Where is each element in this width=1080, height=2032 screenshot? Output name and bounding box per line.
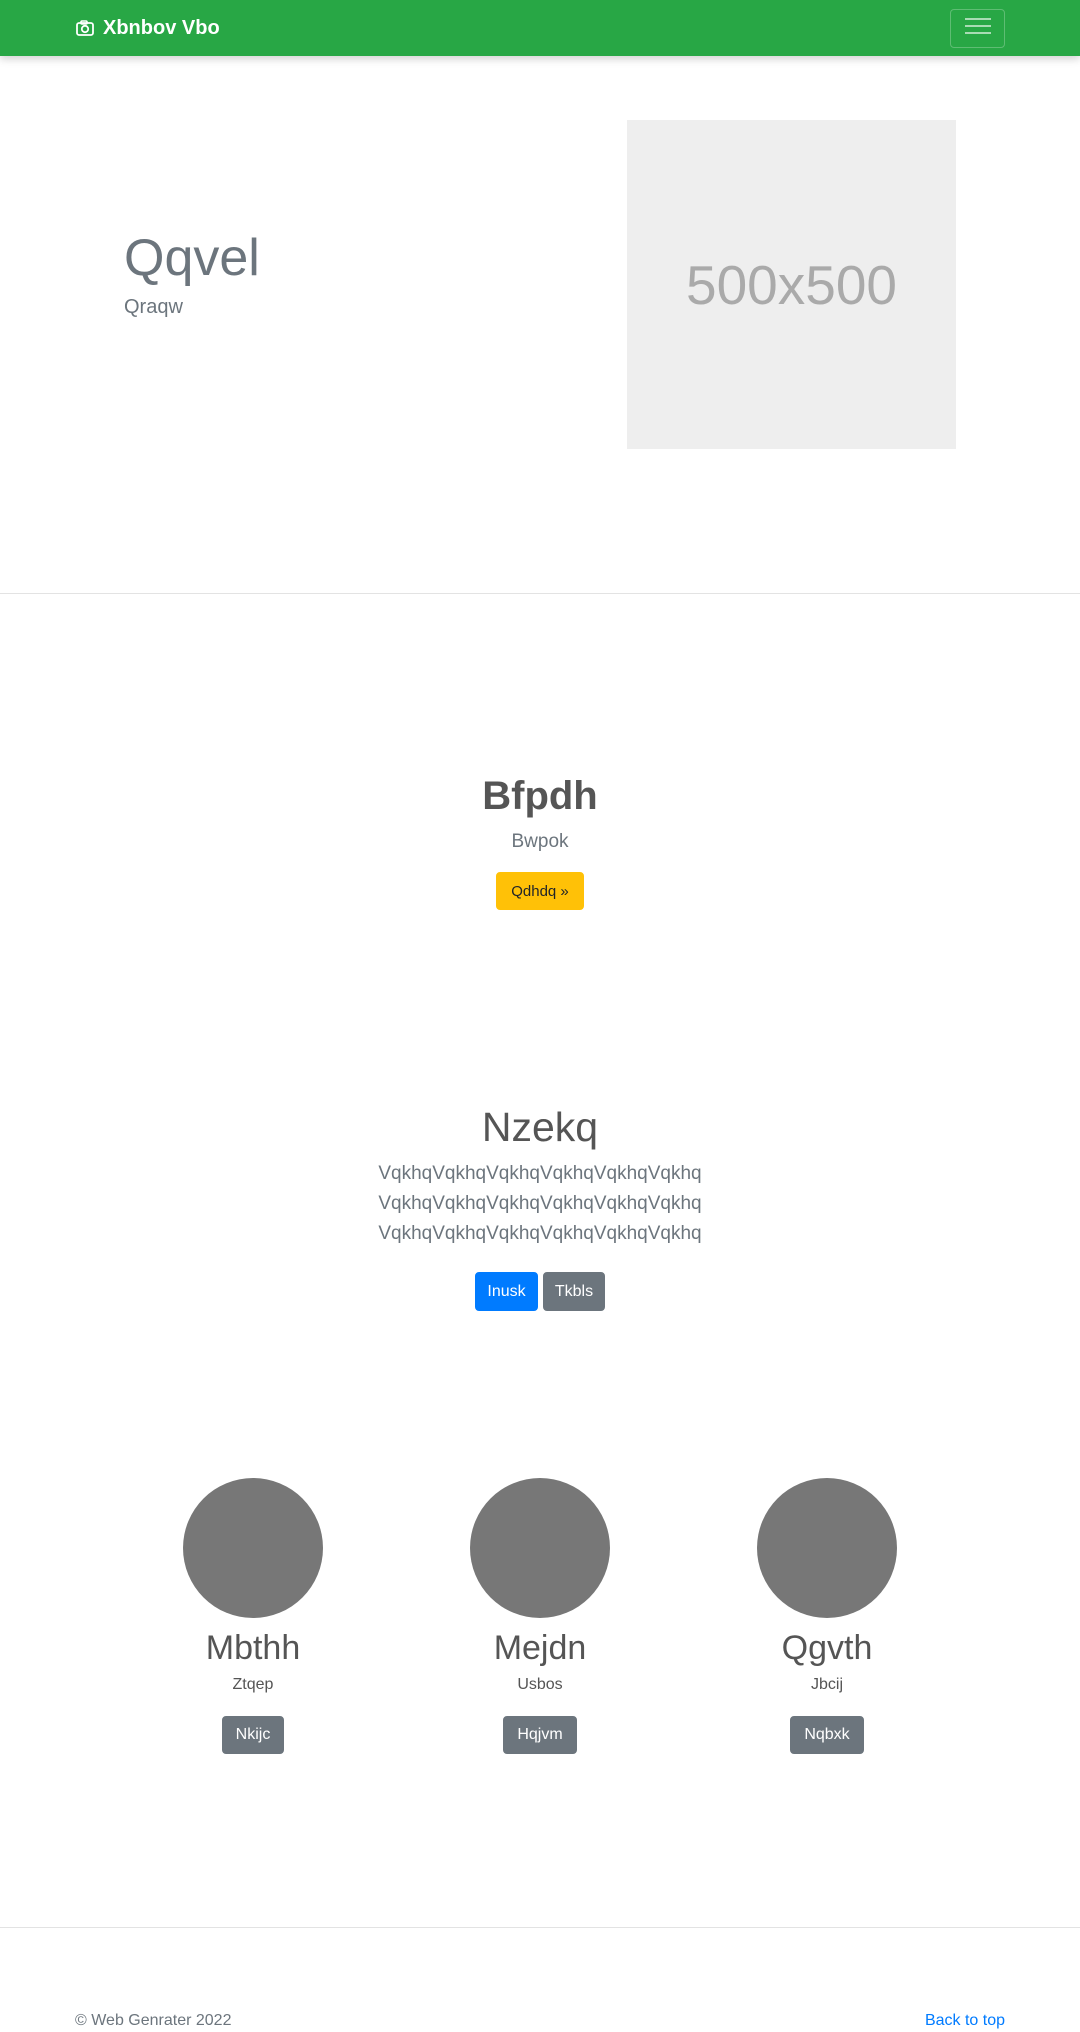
feature-column: Mbthh Ztqep Nkijc xyxy=(103,1478,403,1754)
column-subtitle: Ztqep xyxy=(232,1676,274,1693)
column-button[interactable]: Hqjvm xyxy=(503,1716,577,1754)
section-divider xyxy=(0,593,1080,594)
brand-name: Xbnbov Vbo xyxy=(103,16,220,39)
avatar xyxy=(183,1478,323,1618)
section3-title: Nzekq xyxy=(481,1104,599,1150)
navbar: Xbnbov Vbo xyxy=(0,0,1080,56)
hero-image-placeholder: 500x500 xyxy=(627,120,956,449)
column-subtitle: Jbcij xyxy=(810,1676,843,1693)
avatar xyxy=(470,1478,610,1618)
camera-icon xyxy=(75,18,95,38)
footer-divider xyxy=(0,1927,1080,1928)
section2-action-button[interactable]: Qdhdq » xyxy=(496,872,584,910)
column-button[interactable]: Nkijc xyxy=(221,1716,285,1754)
avatar xyxy=(757,1478,897,1618)
back-to-top-link[interactable]: Back to top xyxy=(925,2010,1005,2032)
column-title: Mbthh xyxy=(205,1629,301,1667)
column-subtitle: Usbos xyxy=(517,1676,563,1693)
column-title: Qgvth xyxy=(781,1629,873,1667)
section3-body: VqkhqVqkhqVqkhqVqkhqVqkhqVqkhq VqkhqVqkh… xyxy=(0,1159,1080,1249)
column-title: Mejdn xyxy=(493,1629,587,1667)
feature-column: Qgvth Jbcij Nqbxk xyxy=(677,1478,977,1754)
section3-secondary-button[interactable]: Tkbls xyxy=(543,1272,605,1311)
hero-title: Qqvel xyxy=(124,229,260,287)
section3-body-line: VqkhqVqkhqVqkhqVqkhqVqkhqVqkhq xyxy=(378,1193,702,1214)
hamburger-menu-icon xyxy=(963,15,993,42)
section3-body-line: VqkhqVqkhqVqkhqVqkhqVqkhqVqkhq xyxy=(378,1223,702,1244)
section2-subtitle: Bwpok xyxy=(511,831,569,852)
section3-body-line: VqkhqVqkhqVqkhqVqkhqVqkhqVqkhq xyxy=(378,1163,702,1184)
feature-column: Mejdn Usbos Hqjvm xyxy=(390,1478,690,1754)
navbar-toggler-button[interactable] xyxy=(950,9,1005,48)
section3-primary-button[interactable]: Inusk xyxy=(475,1272,538,1311)
section2-title: Bfpdh xyxy=(482,774,598,818)
footer-copyright: © Web Genrater 2022 xyxy=(75,2012,232,2029)
hero-image-label: 500x500 xyxy=(685,253,898,316)
hero-subtitle: Qraqw xyxy=(124,296,183,318)
column-button[interactable]: Nqbxk xyxy=(790,1716,864,1754)
navbar-brand[interactable]: Xbnbov Vbo xyxy=(75,14,220,42)
